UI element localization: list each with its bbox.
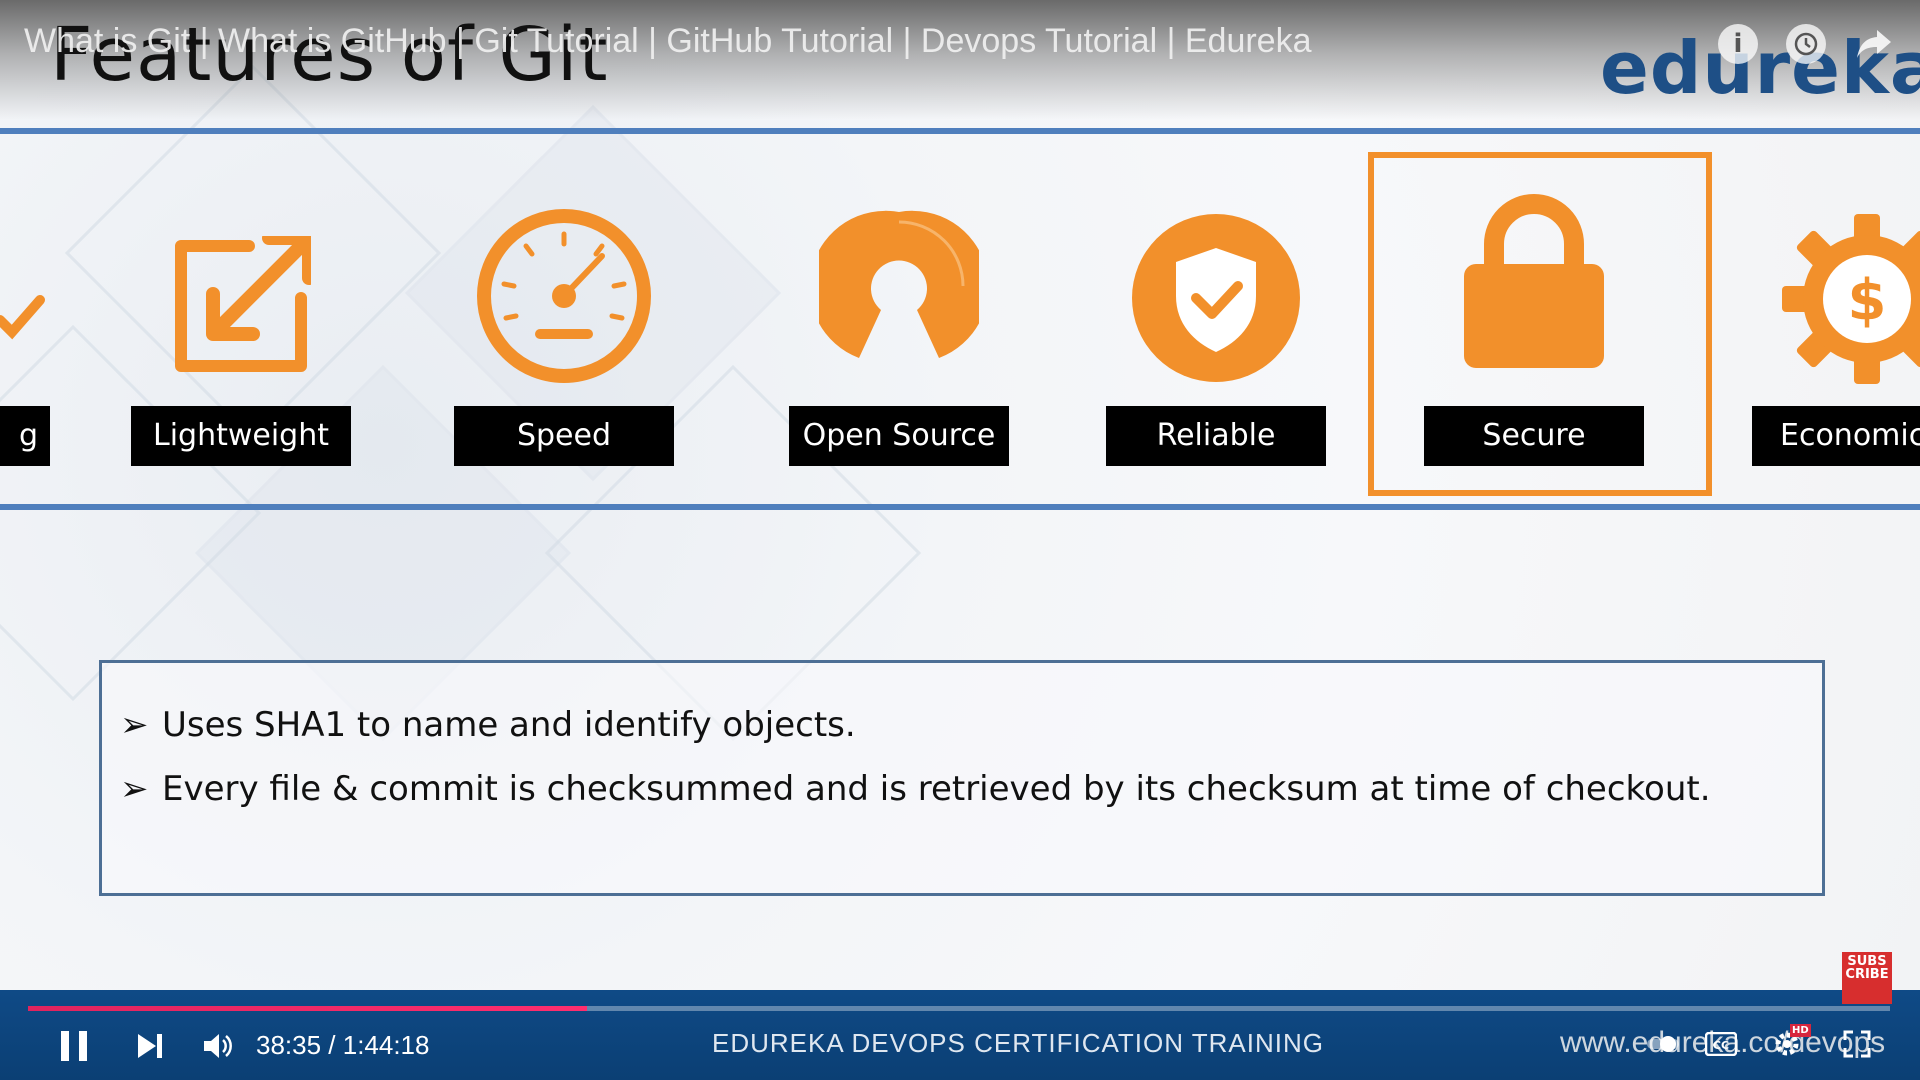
shield-check-icon [1132, 214, 1300, 382]
course-footer: EDUREKA DEVOPS CERTIFICATION TRAINING [712, 1028, 1324, 1058]
checkmark-icon [0, 295, 45, 340]
open-source-icon [819, 210, 979, 358]
feature-label: g [0, 406, 50, 466]
svg-text:$: $ [1848, 268, 1887, 333]
top-rule [0, 128, 1920, 134]
fullscreen-icon[interactable] [1840, 1030, 1874, 1058]
feature-label: Speed [454, 406, 674, 466]
description-box: ➢ Uses SHA1 to name and identify objects.… [99, 660, 1825, 896]
arrow-bullet-icon: ➢ [120, 705, 149, 745]
autoplay-toggle-icon[interactable] [1646, 1030, 1680, 1058]
feature-partial: g [0, 150, 50, 490]
next-button[interactable] [128, 1024, 172, 1068]
feature-speed: Speed [414, 150, 714, 490]
feature-label: Secure [1424, 406, 1644, 466]
pause-button[interactable] [52, 1024, 96, 1068]
feature-open-source: Open Source [749, 150, 1049, 490]
info-icon[interactable]: i [1718, 24, 1758, 64]
feature-economic: $ Economic [1752, 150, 1920, 490]
volume-icon [204, 1034, 232, 1058]
feature-secure: Secure [1384, 150, 1684, 490]
feature-lightweight: Lightweight [91, 150, 391, 490]
subscribe-badge[interactable]: SUBS CRIBE [1842, 952, 1892, 1004]
watch-later-icon[interactable] [1786, 24, 1826, 64]
feature-label: Lightweight [131, 406, 351, 466]
bullet-item: ➢ Uses SHA1 to name and identify objects. [120, 705, 856, 745]
resize-arrow-icon [175, 236, 311, 372]
arrow-bullet-icon: ➢ [120, 769, 149, 809]
feature-label: Reliable [1106, 406, 1326, 466]
settings-gear-icon[interactable]: HD [1770, 1024, 1811, 1058]
speedometer-icon [477, 209, 651, 383]
bullet-item: ➢ Every file & commit is checksummed and … [120, 769, 1711, 809]
volume-button[interactable] [196, 1024, 240, 1068]
progress-bar[interactable] [28, 1006, 1890, 1011]
video-title[interactable]: What is Git | What is GitHub | Git Tutor… [24, 22, 1312, 61]
gear-dollar-icon: $ [1782, 214, 1920, 384]
feature-reliable: Reliable [1066, 150, 1366, 490]
feature-label: Open Source [789, 406, 1009, 466]
hd-badge: HD [1790, 1024, 1811, 1037]
captions-icon[interactable]: CC [1704, 1030, 1738, 1058]
time-display: 38:35 / 1:44:18 [256, 1030, 430, 1060]
svg-text:CC: CC [1713, 1039, 1729, 1052]
skip-next-icon [138, 1034, 162, 1058]
feature-label: Economic [1752, 406, 1920, 466]
slide-canvas: Features of Git What is Git | What is Gi… [0, 0, 1920, 990]
share-icon[interactable] [1854, 24, 1894, 64]
progress-played [28, 1006, 587, 1011]
pause-icon [61, 1031, 87, 1061]
bottom-rule [0, 504, 1920, 510]
padlock-icon [1464, 194, 1604, 368]
